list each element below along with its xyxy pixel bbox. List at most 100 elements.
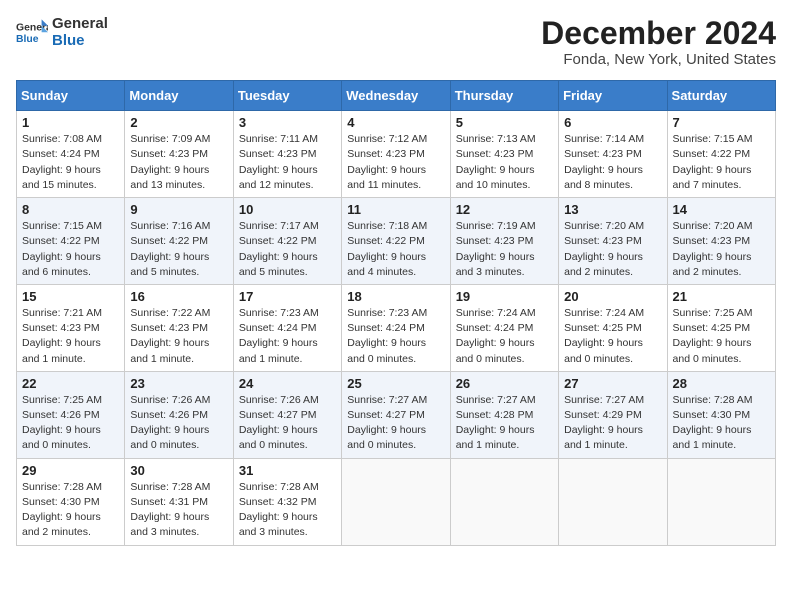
calendar-cell: 26 Sunrise: 7:27 AM Sunset: 4:28 PM Dayli… bbox=[450, 371, 558, 458]
calendar-cell: 30 Sunrise: 7:28 AM Sunset: 4:31 PM Dayli… bbox=[125, 458, 233, 545]
column-header-tuesday: Tuesday bbox=[233, 81, 341, 111]
calendar-cell: 19 Sunrise: 7:24 AM Sunset: 4:24 PM Dayli… bbox=[450, 284, 558, 371]
calendar-cell: 18Sunrise: 7:23 AM Sunset: 4:24 PM Dayli… bbox=[342, 284, 450, 371]
day-number: 31 bbox=[239, 463, 336, 478]
day-number: 12 bbox=[456, 202, 553, 217]
calendar-cell: 10 Sunrise: 7:17 AM Sunset: 4:22 PM Dayli… bbox=[233, 198, 341, 285]
logo-line1: General bbox=[52, 16, 108, 33]
day-number: 29 bbox=[22, 463, 119, 478]
day-info: Sunrise: 7:21 AM Sunset: 4:23 PM Dayligh… bbox=[22, 306, 119, 367]
week-row-1: 1 Sunrise: 7:08 AM Sunset: 4:24 PM Daylig… bbox=[17, 111, 776, 198]
calendar-cell: 15 Sunrise: 7:21 AM Sunset: 4:23 PM Dayli… bbox=[17, 284, 125, 371]
day-info: Sunrise: 7:24 AM Sunset: 4:24 PM Dayligh… bbox=[456, 306, 553, 367]
column-header-saturday: Saturday bbox=[667, 81, 775, 111]
calendar-cell: 6 Sunrise: 7:14 AM Sunset: 4:23 PM Daylig… bbox=[559, 111, 667, 198]
day-info: Sunrise: 7:15 AM Sunset: 4:22 PM Dayligh… bbox=[673, 132, 770, 193]
calendar-header-row: SundayMondayTuesdayWednesdayThursdayFrid… bbox=[17, 81, 776, 111]
calendar-cell: 1 Sunrise: 7:08 AM Sunset: 4:24 PM Daylig… bbox=[17, 111, 125, 198]
day-number: 2 bbox=[130, 115, 227, 130]
day-info: Sunrise: 7:14 AM Sunset: 4:23 PM Dayligh… bbox=[564, 132, 661, 193]
day-info: Sunrise: 7:27 AM Sunset: 4:29 PM Dayligh… bbox=[564, 393, 661, 454]
day-info: Sunrise: 7:25 AM Sunset: 4:26 PM Dayligh… bbox=[22, 393, 119, 454]
calendar-cell: 11 Sunrise: 7:18 AM Sunset: 4:22 PM Dayli… bbox=[342, 198, 450, 285]
day-info: Sunrise: 7:28 AM Sunset: 4:30 PM Dayligh… bbox=[673, 393, 770, 454]
calendar-cell: 29 Sunrise: 7:28 AM Sunset: 4:30 PM Dayli… bbox=[17, 458, 125, 545]
calendar-cell bbox=[667, 458, 775, 545]
day-info: Sunrise: 7:25 AM Sunset: 4:25 PM Dayligh… bbox=[673, 306, 770, 367]
calendar-cell: 14 Sunrise: 7:20 AM Sunset: 4:23 PM Dayli… bbox=[667, 198, 775, 285]
calendar-cell: 8 Sunrise: 7:15 AM Sunset: 4:22 PM Daylig… bbox=[17, 198, 125, 285]
calendar-cell bbox=[450, 458, 558, 545]
day-number: 27 bbox=[564, 376, 661, 391]
day-number: 22 bbox=[22, 376, 119, 391]
column-header-monday: Monday bbox=[125, 81, 233, 111]
day-number: 26 bbox=[456, 376, 553, 391]
day-number: 24 bbox=[239, 376, 336, 391]
day-info: Sunrise: 7:17 AM Sunset: 4:22 PM Dayligh… bbox=[239, 219, 336, 280]
month-title: December 2024 bbox=[541, 16, 776, 51]
day-number: 19 bbox=[456, 289, 553, 304]
day-info: Sunrise: 7:20 AM Sunset: 4:23 PM Dayligh… bbox=[673, 219, 770, 280]
day-number: 1 bbox=[22, 115, 119, 130]
week-row-3: 15 Sunrise: 7:21 AM Sunset: 4:23 PM Dayli… bbox=[17, 284, 776, 371]
day-number: 3 bbox=[239, 115, 336, 130]
day-number: 21 bbox=[673, 289, 770, 304]
day-number: 16 bbox=[130, 289, 227, 304]
calendar-cell: 21 Sunrise: 7:25 AM Sunset: 4:25 PM Dayli… bbox=[667, 284, 775, 371]
logo: General Blue General Blue bbox=[16, 16, 108, 49]
calendar-cell: 20Sunrise: 7:24 AM Sunset: 4:25 PM Dayli… bbox=[559, 284, 667, 371]
column-header-thursday: Thursday bbox=[450, 81, 558, 111]
calendar-cell: 17 Sunrise: 7:23 AM Sunset: 4:24 PM Dayli… bbox=[233, 284, 341, 371]
week-row-5: 29 Sunrise: 7:28 AM Sunset: 4:30 PM Dayli… bbox=[17, 458, 776, 545]
day-info: Sunrise: 7:26 AM Sunset: 4:27 PM Dayligh… bbox=[239, 393, 336, 454]
calendar-cell: 23 Sunrise: 7:26 AM Sunset: 4:26 PM Dayli… bbox=[125, 371, 233, 458]
svg-text:Blue: Blue bbox=[16, 33, 39, 44]
day-info: Sunrise: 7:26 AM Sunset: 4:26 PM Dayligh… bbox=[130, 393, 227, 454]
day-info: Sunrise: 7:19 AM Sunset: 4:23 PM Dayligh… bbox=[456, 219, 553, 280]
calendar-cell: 5Sunrise: 7:13 AM Sunset: 4:23 PM Daylig… bbox=[450, 111, 558, 198]
location: Fonda, New York, United States bbox=[541, 51, 776, 68]
day-number: 18 bbox=[347, 289, 444, 304]
day-info: Sunrise: 7:08 AM Sunset: 4:24 PM Dayligh… bbox=[22, 132, 119, 193]
day-info: Sunrise: 7:18 AM Sunset: 4:22 PM Dayligh… bbox=[347, 219, 444, 280]
day-number: 13 bbox=[564, 202, 661, 217]
week-row-4: 22 Sunrise: 7:25 AM Sunset: 4:26 PM Dayli… bbox=[17, 371, 776, 458]
day-info: Sunrise: 7:27 AM Sunset: 4:28 PM Dayligh… bbox=[456, 393, 553, 454]
day-number: 30 bbox=[130, 463, 227, 478]
day-number: 17 bbox=[239, 289, 336, 304]
calendar-cell bbox=[559, 458, 667, 545]
day-number: 14 bbox=[673, 202, 770, 217]
day-number: 28 bbox=[673, 376, 770, 391]
calendar-cell: 9Sunrise: 7:16 AM Sunset: 4:22 PM Daylig… bbox=[125, 198, 233, 285]
calendar-cell: 13 Sunrise: 7:20 AM Sunset: 4:23 PM Dayli… bbox=[559, 198, 667, 285]
day-info: Sunrise: 7:28 AM Sunset: 4:30 PM Dayligh… bbox=[22, 480, 119, 541]
day-number: 5 bbox=[456, 115, 553, 130]
day-info: Sunrise: 7:23 AM Sunset: 4:24 PM Dayligh… bbox=[239, 306, 336, 367]
day-info: Sunrise: 7:20 AM Sunset: 4:23 PM Dayligh… bbox=[564, 219, 661, 280]
calendar-cell: 24 Sunrise: 7:26 AM Sunset: 4:27 PM Dayli… bbox=[233, 371, 341, 458]
day-info: Sunrise: 7:28 AM Sunset: 4:31 PM Dayligh… bbox=[130, 480, 227, 541]
calendar-cell: 7Sunrise: 7:15 AM Sunset: 4:22 PM Daylig… bbox=[667, 111, 775, 198]
calendar-cell: 4Sunrise: 7:12 AM Sunset: 4:23 PM Daylig… bbox=[342, 111, 450, 198]
logo-line2: Blue bbox=[52, 33, 108, 50]
logo-icon: General Blue bbox=[16, 19, 48, 47]
calendar-table: SundayMondayTuesdayWednesdayThursdayFrid… bbox=[16, 80, 776, 545]
day-number: 20 bbox=[564, 289, 661, 304]
day-number: 6 bbox=[564, 115, 661, 130]
day-number: 11 bbox=[347, 202, 444, 217]
day-number: 9 bbox=[130, 202, 227, 217]
title-area: December 2024 Fonda, New York, United St… bbox=[541, 16, 776, 68]
page-header: General Blue General Blue December 2024 … bbox=[16, 16, 776, 68]
calendar-cell: 28 Sunrise: 7:28 AM Sunset: 4:30 PM Dayli… bbox=[667, 371, 775, 458]
day-number: 15 bbox=[22, 289, 119, 304]
column-header-friday: Friday bbox=[559, 81, 667, 111]
day-number: 23 bbox=[130, 376, 227, 391]
calendar-cell: 31Sunrise: 7:28 AM Sunset: 4:32 PM Dayli… bbox=[233, 458, 341, 545]
day-number: 4 bbox=[347, 115, 444, 130]
day-number: 8 bbox=[22, 202, 119, 217]
calendar-cell: 16Sunrise: 7:22 AM Sunset: 4:23 PM Dayli… bbox=[125, 284, 233, 371]
calendar-cell: 12 Sunrise: 7:19 AM Sunset: 4:23 PM Dayli… bbox=[450, 198, 558, 285]
day-info: Sunrise: 7:15 AM Sunset: 4:22 PM Dayligh… bbox=[22, 219, 119, 280]
column-header-sunday: Sunday bbox=[17, 81, 125, 111]
day-number: 10 bbox=[239, 202, 336, 217]
